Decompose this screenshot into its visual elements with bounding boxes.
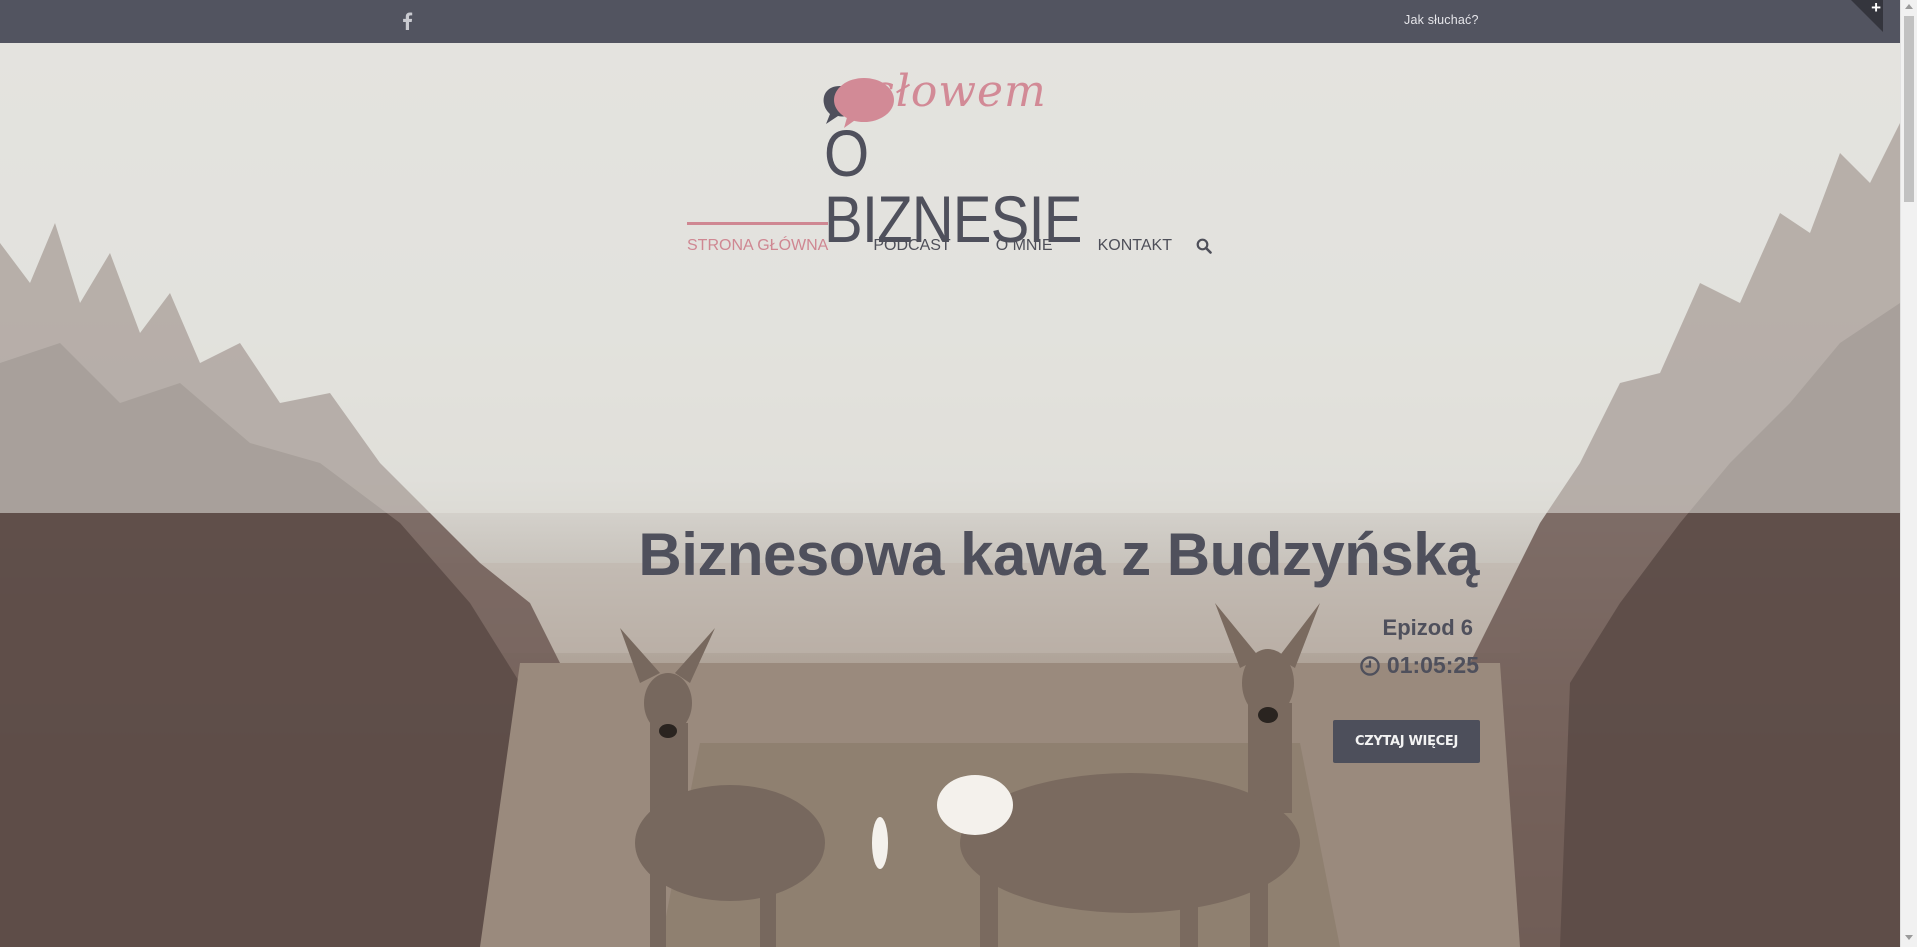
episode-number: Epizod 6 (1382, 615, 1473, 640)
how-to-listen-link[interactable]: Jak słuchać? (1404, 13, 1479, 27)
facebook-icon[interactable] (400, 10, 414, 32)
nav-item-podcast[interactable]: PODCAST (873, 222, 950, 255)
page-scrollbar[interactable] (1900, 0, 1917, 947)
main-navigation: STRONA GŁÓWNA PODCAST O MNIE KONTAKT (687, 222, 1217, 262)
nav-item-contact[interactable]: KONTAKT (1098, 222, 1172, 255)
nav-item-home[interactable]: STRONA GŁÓWNA (687, 222, 829, 255)
plus-icon[interactable]: + (1871, 0, 1881, 18)
scrollbar-thumb[interactable] (1904, 16, 1914, 202)
scroll-down-arrow-icon[interactable] (1905, 935, 1913, 940)
slide-title: Biznesowa kawa z Budzyńską (638, 521, 1479, 588)
clock-icon (1360, 655, 1380, 676)
episode-duration: 01:05:25 (1359, 652, 1479, 679)
logo-script-text: słowem (872, 66, 1047, 117)
site-logo[interactable]: słowem O BIZNESIE (818, 64, 1082, 252)
nav-item-about[interactable]: O MNIE (996, 222, 1053, 255)
duration-text: 01:05:25 (1386, 652, 1479, 678)
read-more-button[interactable]: CZYTAJ WIĘCEJ (1333, 720, 1480, 763)
scroll-up-arrow-icon[interactable] (1905, 4, 1913, 9)
top-bar: Jak słuchać? + (0, 0, 1900, 43)
search-icon[interactable] (1196, 238, 1212, 254)
